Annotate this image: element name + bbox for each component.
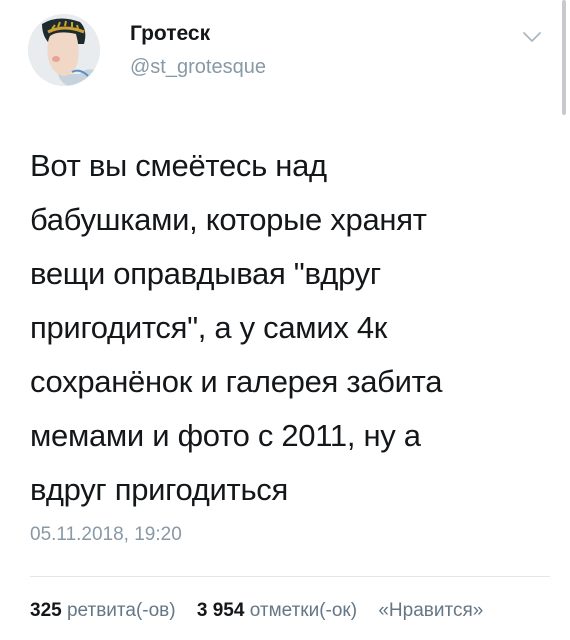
avatar[interactable] <box>28 14 100 86</box>
chevron-down-icon[interactable] <box>522 30 542 44</box>
scrollbar[interactable] <box>562 0 566 115</box>
author-handle[interactable]: @st_grotesque <box>130 56 266 79</box>
tweet-stats: 325 ретвита(-ов) 3 954 отметки(-ок) «Нра… <box>30 600 483 622</box>
author-display-name[interactable]: Гротеск <box>130 22 210 46</box>
retweets-count[interactable]: 325 <box>30 600 62 621</box>
tweet-timestamp[interactable]: 05.11.2018, 19:20 <box>30 524 182 546</box>
divider <box>30 576 550 577</box>
avatar-portrait-icon <box>28 14 100 86</box>
tweet-text: Вот вы смеётесь над бабушками, которые х… <box>30 148 443 507</box>
likes-label[interactable]: отметки(-ок) <box>250 600 357 621</box>
likes-extra-label[interactable]: «Нравится» <box>378 600 483 621</box>
retweets-label[interactable]: ретвита(-ов) <box>67 600 176 621</box>
likes-count[interactable]: 3 954 <box>197 600 245 621</box>
